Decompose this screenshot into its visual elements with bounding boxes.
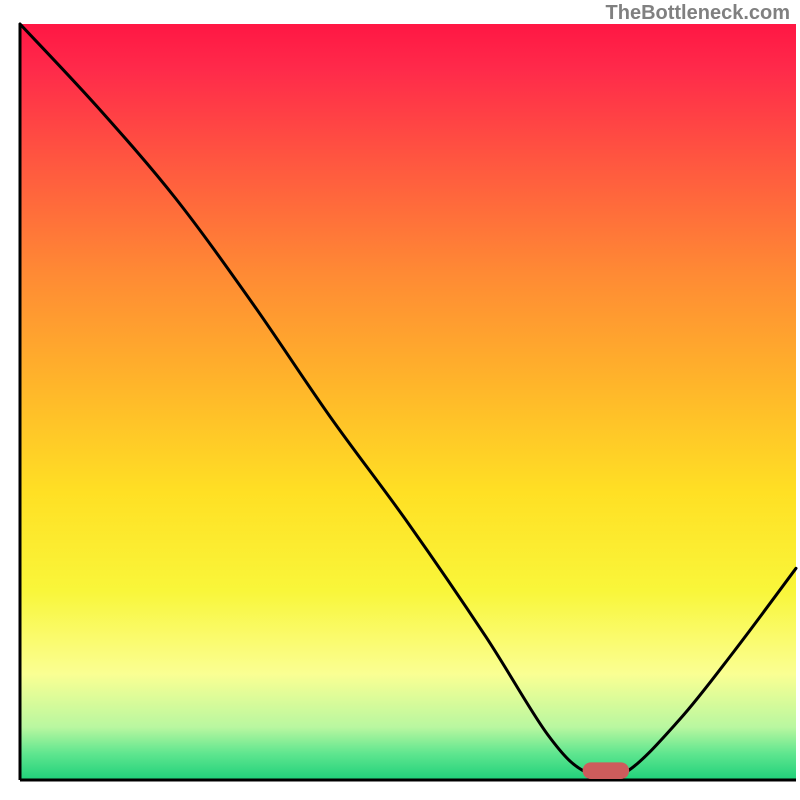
optimal-marker (583, 762, 630, 779)
chart-container: TheBottleneck.com (0, 0, 800, 800)
bottleneck-chart-svg (0, 0, 800, 800)
watermark-text: TheBottleneck.com (606, 2, 790, 25)
plot-background (20, 24, 796, 780)
